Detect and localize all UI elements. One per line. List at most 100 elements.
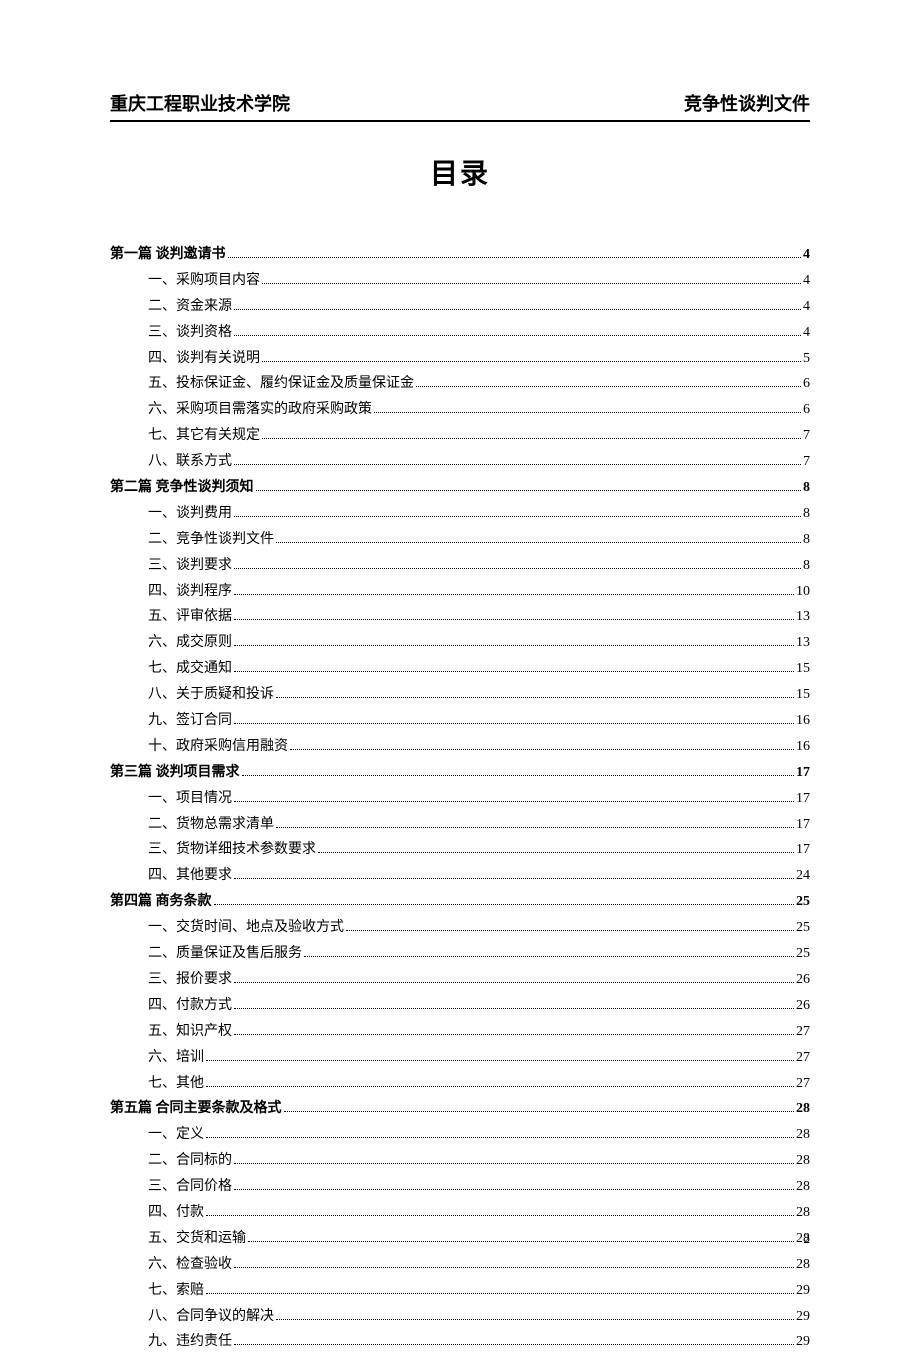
toc-entry-label: 一、项目情况 — [148, 786, 232, 812]
toc-entry-page: 17 — [796, 786, 810, 812]
toc-entry-label: 九、签订合同 — [148, 708, 232, 734]
toc-leader-dots — [276, 697, 794, 698]
toc-entry: 五、评审依据 13 — [110, 604, 810, 630]
toc-entry: 五、交货和运输28 — [110, 1226, 810, 1252]
toc-entry-page: 17 — [796, 760, 810, 786]
toc-entry: 五、知识产权27 — [110, 1019, 810, 1045]
toc-entry: 四、付款28 — [110, 1200, 810, 1226]
toc-leader-dots — [234, 594, 794, 595]
document-page: 重庆工程职业技术学院 竞争性谈判文件 目录 第一篇 谈判邀请书 4 一、采购项目内容… — [0, 0, 920, 1302]
toc-entry-label: 三、谈判要求 — [148, 553, 232, 579]
toc-entry-page: 17 — [796, 837, 810, 863]
toc-entry-label: 一、采购项目内容 — [148, 268, 260, 294]
toc-entry-label: 八、联系方式 — [148, 449, 232, 475]
toc-entry: 二、合同标的 28 — [110, 1148, 810, 1174]
toc-leader-dots — [248, 1241, 794, 1242]
toc-leader-dots — [416, 386, 801, 387]
toc-entry: 四、其他要求 24 — [110, 863, 810, 889]
toc-leader-dots — [234, 1189, 794, 1190]
toc-entry-page: 28 — [796, 1096, 810, 1122]
toc-entry-page: 7 — [803, 423, 810, 449]
toc-entry: 三、谈判要求 8 — [110, 553, 810, 579]
toc-entry-page: 4 — [803, 320, 810, 346]
toc-entry: 第五篇 合同主要条款及格式28 — [110, 1096, 810, 1122]
toc-entry: 七、其他 27 — [110, 1071, 810, 1097]
toc-leader-dots — [234, 801, 794, 802]
toc-entry: 二、竞争性谈判文件8 — [110, 527, 810, 553]
header-left: 重庆工程职业技术学院 — [110, 90, 290, 116]
toc-entry-label: 三、谈判资格 — [148, 320, 232, 346]
toc-entry-page: 27 — [796, 1019, 810, 1045]
toc-entry-page: 28 — [796, 1200, 810, 1226]
toc-entry-page: 15 — [796, 682, 810, 708]
toc-entry-page: 17 — [796, 812, 810, 838]
toc-entry-label: 六、检查验收 — [148, 1252, 232, 1278]
toc-entry-page: 16 — [796, 734, 810, 760]
toc-leader-dots — [262, 361, 801, 362]
table-of-contents: 第一篇 谈判邀请书4一、采购项目内容4二、资金来源4三、谈判资格4四、谈判有关说… — [110, 242, 810, 1355]
toc-entry: 第二篇 竞争性谈判须知8 — [110, 475, 810, 501]
toc-leader-dots — [234, 516, 801, 517]
toc-leader-dots — [304, 956, 794, 957]
toc-entry-page: 28 — [796, 1122, 810, 1148]
toc-leader-dots — [234, 568, 801, 569]
toc-entry-page: 13 — [796, 604, 810, 630]
toc-entry: 六、采购项目需落实的政府采购政策6 — [110, 397, 810, 423]
toc-entry: 三、合同价格28 — [110, 1174, 810, 1200]
toc-leader-dots — [234, 671, 794, 672]
toc-leader-dots — [290, 749, 794, 750]
toc-leader-dots — [214, 904, 795, 905]
toc-leader-dots — [234, 1344, 794, 1345]
toc-entry-label: 第一篇 谈判邀请书 — [110, 242, 226, 268]
toc-leader-dots — [234, 464, 801, 465]
toc-title: 目录 — [110, 152, 810, 192]
toc-entry-label: 六、成交原则 — [148, 630, 232, 656]
toc-entry-page: 5 — [803, 346, 810, 372]
toc-entry-label: 二、合同标的 — [148, 1148, 232, 1174]
toc-entry: 八、联系方式 7 — [110, 449, 810, 475]
toc-entry-label: 七、其它有关规定 — [148, 423, 260, 449]
toc-entry-label: 第三篇 谈判项目需求 — [110, 760, 240, 786]
toc-entry-label: 七、索赔 — [148, 1278, 204, 1304]
toc-leader-dots — [276, 827, 794, 828]
toc-entry: 第四篇 商务条款 25 — [110, 889, 810, 915]
toc-leader-dots — [276, 1319, 794, 1320]
toc-entry: 二、资金来源4 — [110, 294, 810, 320]
toc-leader-dots — [234, 1267, 794, 1268]
toc-leader-dots — [206, 1086, 794, 1087]
toc-entry-page: 6 — [803, 371, 810, 397]
toc-entry-label: 二、货物总需求清单 — [148, 812, 274, 838]
toc-leader-dots — [228, 257, 802, 258]
toc-entry-label: 四、其他要求 — [148, 863, 232, 889]
toc-entry-label: 三、报价要求 — [148, 967, 232, 993]
toc-entry-page: 7 — [803, 449, 810, 475]
toc-entry-label: 第四篇 商务条款 — [110, 889, 212, 915]
toc-entry-label: 七、其他 — [148, 1071, 204, 1097]
toc-entry: 一、交货时间、地点及验收方式25 — [110, 915, 810, 941]
toc-entry-page: 24 — [796, 863, 810, 889]
toc-entry-page: 27 — [796, 1071, 810, 1097]
page-header: 重庆工程职业技术学院 竞争性谈判文件 — [110, 90, 810, 122]
toc-entry-label: 五、评审依据 — [148, 604, 232, 630]
toc-entry-page: 29 — [796, 1329, 810, 1355]
toc-entry-page: 28 — [796, 1148, 810, 1174]
toc-leader-dots — [234, 1034, 794, 1035]
toc-entry-page: 25 — [796, 941, 810, 967]
toc-entry-label: 五、投标保证金、履约保证金及质量保证金 — [148, 371, 414, 397]
toc-leader-dots — [276, 542, 801, 543]
toc-entry-label: 四、付款方式 — [148, 993, 232, 1019]
toc-leader-dots — [262, 283, 801, 284]
toc-entry-page: 10 — [796, 579, 810, 605]
toc-entry-page: 8 — [803, 553, 810, 579]
toc-entry: 四、付款方式26 — [110, 993, 810, 1019]
toc-leader-dots — [234, 982, 794, 983]
toc-leader-dots — [234, 1163, 794, 1164]
toc-leader-dots — [206, 1060, 794, 1061]
toc-entry-page: 27 — [796, 1045, 810, 1071]
toc-entry-page: 25 — [796, 889, 810, 915]
toc-leader-dots — [346, 930, 794, 931]
toc-entry-label: 六、培训 — [148, 1045, 204, 1071]
toc-entry-label: 第二篇 竞争性谈判须知 — [110, 475, 254, 501]
toc-entry: 六、检查验收28 — [110, 1252, 810, 1278]
toc-entry-page: 4 — [803, 268, 810, 294]
